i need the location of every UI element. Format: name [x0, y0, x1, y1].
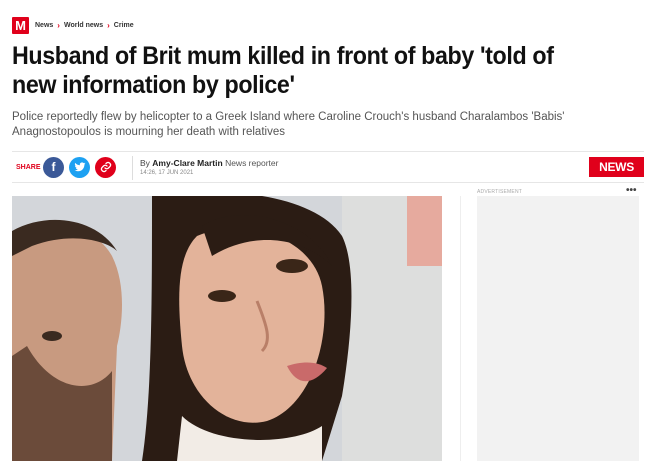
- publish-timestamp: 14:26, 17 JUN 2021: [140, 170, 194, 176]
- byline-row: SHARE f By Amy-Clare Martin News reporte…: [12, 151, 644, 183]
- advertisement-slot[interactable]: [477, 196, 639, 461]
- author-role: News reporter: [225, 158, 279, 168]
- share-label: SHARE: [16, 164, 41, 171]
- byline-prefix: By: [140, 158, 150, 168]
- ad-menu-icon[interactable]: •••: [626, 185, 637, 196]
- article-photo: [12, 196, 442, 461]
- breadcrumb-separator-icon: ›: [57, 20, 60, 30]
- section-tag[interactable]: NEWS: [589, 157, 644, 177]
- facebook-icon[interactable]: f: [43, 157, 64, 178]
- breadcrumb-separator-icon: ›: [107, 20, 110, 30]
- mirror-logo[interactable]: M: [12, 16, 29, 34]
- advertisement-label: ADVERTISEMENT: [477, 189, 523, 195]
- breadcrumb: News › World news › Crime: [35, 21, 134, 30]
- article-standfirst: Police reportedly flew by helicopter to …: [12, 111, 565, 138]
- byline: By Amy-Clare Martin News reporter: [140, 158, 278, 168]
- twitter-icon[interactable]: [69, 157, 90, 178]
- divider: [132, 156, 133, 180]
- column-divider: [460, 196, 461, 461]
- breadcrumb-crime[interactable]: Crime: [114, 22, 134, 29]
- link-icon[interactable]: [95, 157, 116, 178]
- article-headline: Husband of Brit mum killed in front of b…: [12, 42, 554, 99]
- breadcrumb-news[interactable]: News: [35, 22, 53, 29]
- breadcrumb-world-news[interactable]: World news: [64, 22, 103, 29]
- author-name[interactable]: Amy-Clare Martin: [152, 158, 222, 168]
- topbar: M News › World news › Crime: [12, 16, 134, 34]
